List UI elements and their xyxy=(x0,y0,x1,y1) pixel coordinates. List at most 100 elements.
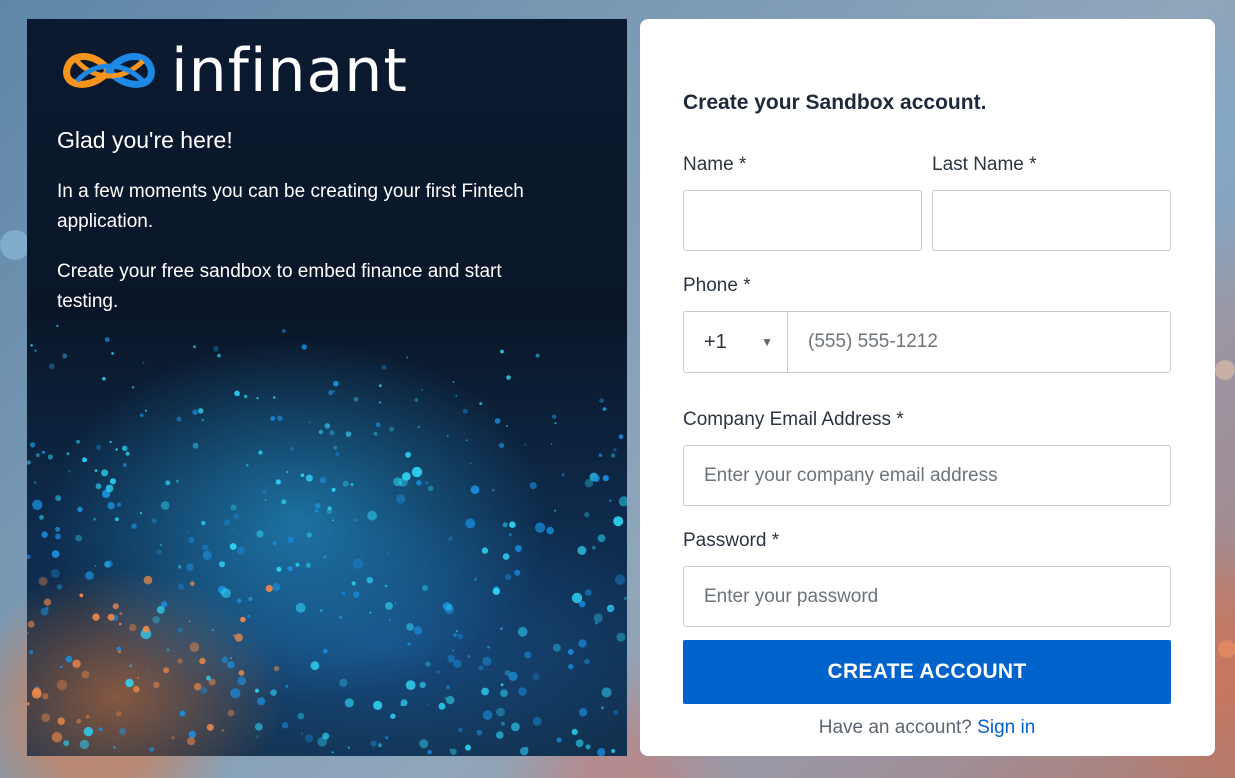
particle-dot xyxy=(27,702,30,706)
particle-dot xyxy=(118,622,122,626)
particle-dot xyxy=(41,713,50,723)
particle-dot xyxy=(465,439,468,442)
particle-dot xyxy=(385,736,389,740)
particle-dot xyxy=(373,700,383,711)
particle-dot xyxy=(109,478,117,485)
signin-prompt-text: Have an account? xyxy=(818,717,972,738)
particle-dot xyxy=(186,531,189,534)
last-name-field[interactable] xyxy=(932,190,1171,251)
particle-dot xyxy=(142,625,150,633)
particle-dot xyxy=(287,536,294,543)
particle-dot xyxy=(552,643,561,652)
particle-dot xyxy=(119,611,123,616)
particle-dot xyxy=(125,678,134,688)
country-code-select[interactable]: +1 ▼ xyxy=(684,312,788,372)
particle-dot xyxy=(613,709,619,715)
signin-link[interactable]: Sign in xyxy=(977,717,1035,738)
particle-dot xyxy=(301,344,307,350)
particle-dot xyxy=(578,639,587,648)
email-field[interactable] xyxy=(683,445,1171,506)
particle-dot xyxy=(351,581,356,586)
particle-dot xyxy=(133,686,140,693)
particle-dot xyxy=(56,679,68,691)
particle-dot xyxy=(550,443,553,445)
particle-dot xyxy=(496,707,505,717)
particle-dot xyxy=(43,598,52,606)
particle-dot xyxy=(616,632,626,642)
particle-dot xyxy=(35,453,40,458)
particle-dot xyxy=(45,606,49,610)
particle-dot xyxy=(398,477,408,487)
particle-dot xyxy=(122,445,128,451)
particle-dot xyxy=(254,722,263,731)
particle-dot xyxy=(306,562,311,568)
particle-dot xyxy=(227,709,235,717)
particle-dot xyxy=(131,523,137,529)
brand-logo[interactable]: infinant xyxy=(57,41,408,101)
particle-dot xyxy=(602,475,609,482)
particle-dot xyxy=(264,499,267,501)
particle-dot xyxy=(414,398,419,402)
particle-dot xyxy=(265,584,273,593)
particle-dot xyxy=(256,530,264,538)
particle-dot xyxy=(256,397,259,400)
bokeh-decoration xyxy=(1215,360,1235,380)
particle-dot xyxy=(273,396,276,399)
particle-dot xyxy=(107,613,115,621)
particle-dot xyxy=(62,353,68,359)
particle-dot xyxy=(179,710,186,717)
phone-input[interactable] xyxy=(788,312,1170,372)
hero-panel: infinant Glad you're here! In a few mome… xyxy=(27,19,627,756)
particle-dot xyxy=(411,466,423,478)
particle-dot xyxy=(520,750,523,753)
particle-dot xyxy=(578,708,588,717)
particle-dot xyxy=(421,389,424,391)
particle-dot xyxy=(248,596,253,601)
particle-dot xyxy=(529,482,537,490)
particle-dot xyxy=(34,349,37,352)
particle-dot xyxy=(471,489,475,493)
particle-dot xyxy=(323,555,327,559)
particle-dot xyxy=(286,470,289,474)
particle-dot xyxy=(38,576,48,586)
first-name-field[interactable] xyxy=(683,190,922,251)
particle-dot xyxy=(390,713,396,719)
particle-dot xyxy=(281,499,287,505)
particle-dot xyxy=(76,718,82,724)
particle-dot xyxy=(50,569,60,578)
particle-dot xyxy=(113,746,116,749)
particle-dot xyxy=(176,416,182,422)
password-field[interactable] xyxy=(683,566,1171,627)
particle-dot xyxy=(262,489,267,494)
particle-dot xyxy=(318,429,323,435)
particle-dot xyxy=(79,593,84,598)
particle-dot xyxy=(446,685,450,689)
particle-dot xyxy=(353,397,359,402)
particle-dot xyxy=(476,729,483,736)
particle-dot xyxy=(49,363,55,370)
particle-dot xyxy=(223,519,231,526)
create-account-button[interactable]: CREATE ACCOUNT xyxy=(683,640,1171,704)
email-label: Company Email Address * xyxy=(683,409,904,430)
infinity-knot-icon xyxy=(63,53,155,88)
particle-dot xyxy=(276,566,282,572)
particle-dot xyxy=(474,578,477,581)
particle-dot xyxy=(82,457,87,463)
particle-dot xyxy=(101,469,109,477)
particle-dot xyxy=(465,518,476,529)
particle-dot xyxy=(385,602,393,610)
particle-dot xyxy=(219,561,225,568)
particle-dot xyxy=(221,588,231,598)
particle-dot xyxy=(206,723,214,731)
particle-dot xyxy=(378,743,382,748)
particle-dot xyxy=(151,518,157,524)
particle-dot xyxy=(500,349,504,354)
hero-paragraph-sandbox: Create your free sandbox to embed financ… xyxy=(57,261,502,312)
particle-dot xyxy=(535,353,540,358)
particle-dot xyxy=(339,616,343,619)
particle-dot xyxy=(492,489,495,492)
particle-dot xyxy=(31,688,42,699)
particle-dot xyxy=(201,520,206,526)
particle-dot xyxy=(438,702,446,710)
particle-dot xyxy=(505,573,512,581)
